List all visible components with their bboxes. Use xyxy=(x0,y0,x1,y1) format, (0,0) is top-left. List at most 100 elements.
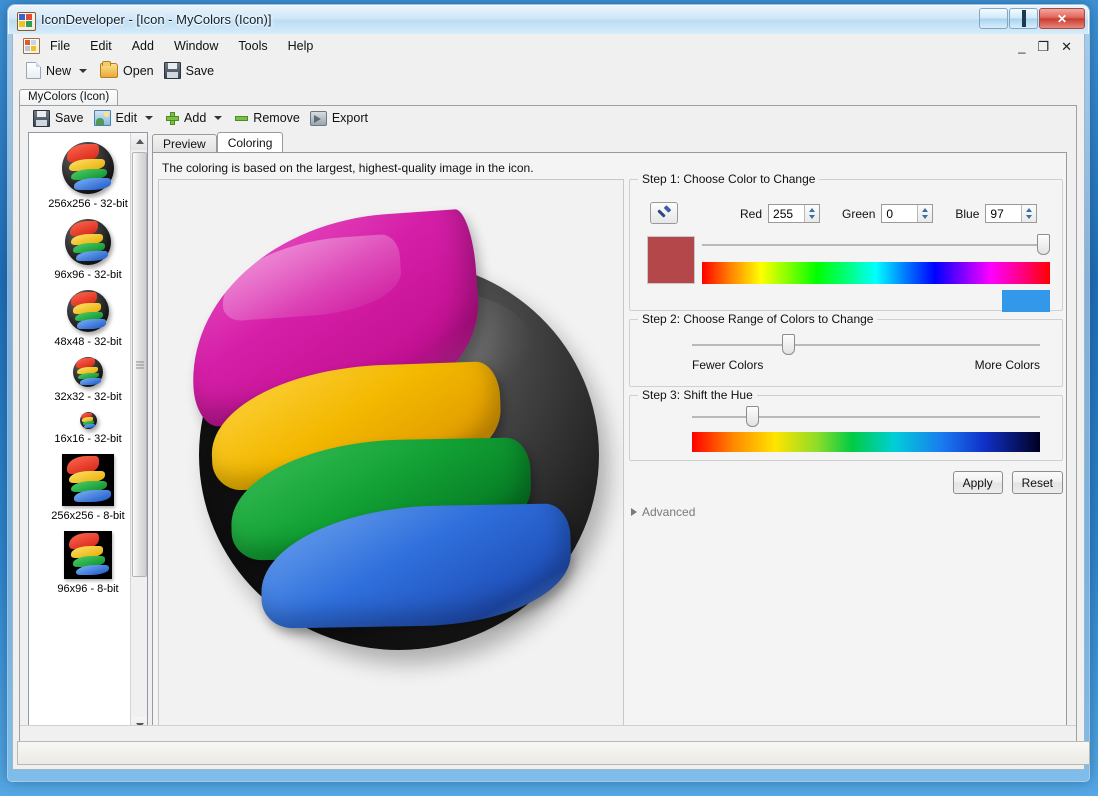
color-range-slider[interactable] xyxy=(692,334,1040,356)
green-label: Green xyxy=(842,206,876,221)
step3-group: Step 3: Shift the Hue xyxy=(629,388,1063,461)
scrollbar-thumb[interactable] xyxy=(132,152,147,577)
red-value[interactable]: 255 xyxy=(769,207,793,221)
document-window: MyColors (Icon) Save Edit Add Remove Exp… xyxy=(19,88,1077,743)
document-tab[interactable]: MyColors (Icon) xyxy=(19,89,119,106)
hue-shift-spectrum-bar[interactable] xyxy=(692,432,1040,452)
coloring-panel: The coloring is based on the largest, hi… xyxy=(152,152,1067,735)
menu-edit[interactable]: Edit xyxy=(80,36,122,56)
apply-button[interactable]: Apply xyxy=(952,471,1003,494)
scroll-up-arrow-icon xyxy=(135,139,144,144)
toolbar-new-button[interactable]: New xyxy=(21,60,95,81)
icon-thumbnail xyxy=(64,531,112,579)
doc-export-button[interactable]: Export xyxy=(305,109,373,128)
export-arrow-icon xyxy=(309,110,327,126)
menu-file[interactable]: File xyxy=(40,36,80,56)
action-buttons: Apply Reset xyxy=(629,471,1063,494)
maximize-button[interactable] xyxy=(1009,8,1038,29)
doc-add-label: Add xyxy=(184,111,207,125)
scroll-up-button[interactable] xyxy=(131,133,147,150)
doc-save-label: Save xyxy=(55,111,84,125)
mdi-tiles-icon xyxy=(23,38,40,54)
green-minus-icon xyxy=(235,115,249,121)
doc-save-button[interactable]: Save xyxy=(28,108,89,129)
chevron-down-icon[interactable] xyxy=(79,68,88,73)
green-stepper-buttons[interactable] xyxy=(917,205,933,222)
icon-thumbnail xyxy=(65,219,111,265)
doc-remove-button[interactable]: Remove xyxy=(230,109,305,127)
hue-spectrum-bar[interactable] xyxy=(702,262,1050,284)
icon-thumbnail-flag xyxy=(74,178,111,190)
icon-preview-image xyxy=(181,208,601,650)
range-labels: Fewer Colors More Colors xyxy=(692,358,1040,372)
blue-stepper[interactable]: 97 xyxy=(985,204,1038,223)
open-folder-icon xyxy=(100,61,119,78)
mdi-close-button[interactable]: ✕ xyxy=(1061,40,1072,53)
advanced-toggle[interactable]: Advanced xyxy=(631,505,695,519)
red-stepper[interactable]: 255 xyxy=(768,204,821,223)
hue-shift-slider[interactable] xyxy=(692,406,1040,428)
title-bar: IconDeveloper - [Icon - MyColors (Icon)]… xyxy=(8,5,1089,34)
rgb-fields: Red 255 Green 0 Blue 97 xyxy=(740,204,1038,223)
reset-button[interactable]: Reset xyxy=(1011,471,1063,494)
doc-add-button[interactable]: Add xyxy=(161,109,230,127)
chevron-down-icon[interactable] xyxy=(214,116,223,120)
menu-tools[interactable]: Tools xyxy=(228,36,277,56)
red-label: Red xyxy=(740,206,763,221)
green-value[interactable]: 0 xyxy=(882,207,893,221)
tab-preview[interactable]: Preview xyxy=(152,134,217,153)
slider-thumb[interactable] xyxy=(782,334,795,355)
icon-list-scrollbar[interactable] xyxy=(130,133,147,734)
step3-title: Step 3: Shift the Hue xyxy=(638,388,757,402)
close-button[interactable]: ✕ xyxy=(1039,8,1085,29)
selected-color-swatch xyxy=(647,236,695,284)
doc-edit-button[interactable]: Edit xyxy=(89,108,162,128)
green-plus-icon xyxy=(166,111,180,125)
document-bottom-scroll[interactable] xyxy=(20,725,1076,742)
menu-window[interactable]: Window xyxy=(164,36,228,56)
tab-strip: Preview Coloring xyxy=(152,132,284,153)
app-icon xyxy=(17,12,36,31)
document-tab-strip: MyColors (Icon) xyxy=(19,88,119,106)
icon-thumbnail-flag xyxy=(76,251,109,262)
application-window: IconDeveloper - [Icon - MyColors (Icon)]… xyxy=(8,5,1090,781)
edit-image-icon xyxy=(93,110,111,126)
mdi-minimize-button[interactable]: _ xyxy=(1018,40,1025,53)
icon-thumbnail-flag xyxy=(80,378,102,385)
doc-export-label: Export xyxy=(331,111,368,125)
icon-thumbnail xyxy=(67,290,109,332)
icon-thumbnail xyxy=(79,412,97,429)
icon-size-list[interactable]: 256x256 - 32-bit 96x96 - 32-bit 48x48 - 32… xyxy=(28,132,148,735)
toolbar-open-button[interactable]: Open xyxy=(95,61,159,80)
toolbar-save-label: Save xyxy=(185,63,215,78)
hue-select-slider[interactable] xyxy=(702,234,1050,256)
chevron-down-icon[interactable] xyxy=(145,116,154,120)
blue-stepper-buttons[interactable] xyxy=(1021,205,1037,222)
tab-coloring[interactable]: Coloring xyxy=(216,132,284,153)
eyedropper-button[interactable] xyxy=(650,202,678,224)
icon-thumbnail-flag xyxy=(77,319,107,329)
slider-track xyxy=(692,416,1040,418)
toolbar-save-button[interactable]: Save xyxy=(159,60,220,81)
slider-thumb[interactable] xyxy=(1037,234,1050,255)
slider-thumb[interactable] xyxy=(746,406,759,427)
icon-preview-canvas xyxy=(158,179,624,729)
step2-group: Step 2: Choose Range of Colors to Change… xyxy=(629,312,1063,387)
coloring-steps: Step 1: Choose Color to Change Red 255 G… xyxy=(629,172,1063,729)
icon-thumbnail-flag xyxy=(74,490,111,502)
mdi-restore-button[interactable]: ❐ xyxy=(1037,40,1049,53)
minimize-button[interactable] xyxy=(979,8,1008,29)
red-stepper-buttons[interactable] xyxy=(804,205,820,222)
green-stepper[interactable]: 0 xyxy=(881,204,934,223)
blue-value[interactable]: 97 xyxy=(986,207,1003,221)
window-title: IconDeveloper - [Icon - MyColors (Icon)] xyxy=(41,12,272,27)
floppy-save-icon xyxy=(163,62,181,79)
menu-help[interactable]: Help xyxy=(278,36,324,56)
doc-remove-label: Remove xyxy=(253,111,300,125)
menu-add[interactable]: Add xyxy=(122,36,164,56)
scrollbar-grip-icon xyxy=(135,359,144,370)
status-bar xyxy=(17,741,1090,765)
new-document-icon xyxy=(26,62,41,79)
mdi-window-controls: _ ❐ ✕ xyxy=(1018,40,1084,53)
icon-thumbnail xyxy=(62,454,114,506)
